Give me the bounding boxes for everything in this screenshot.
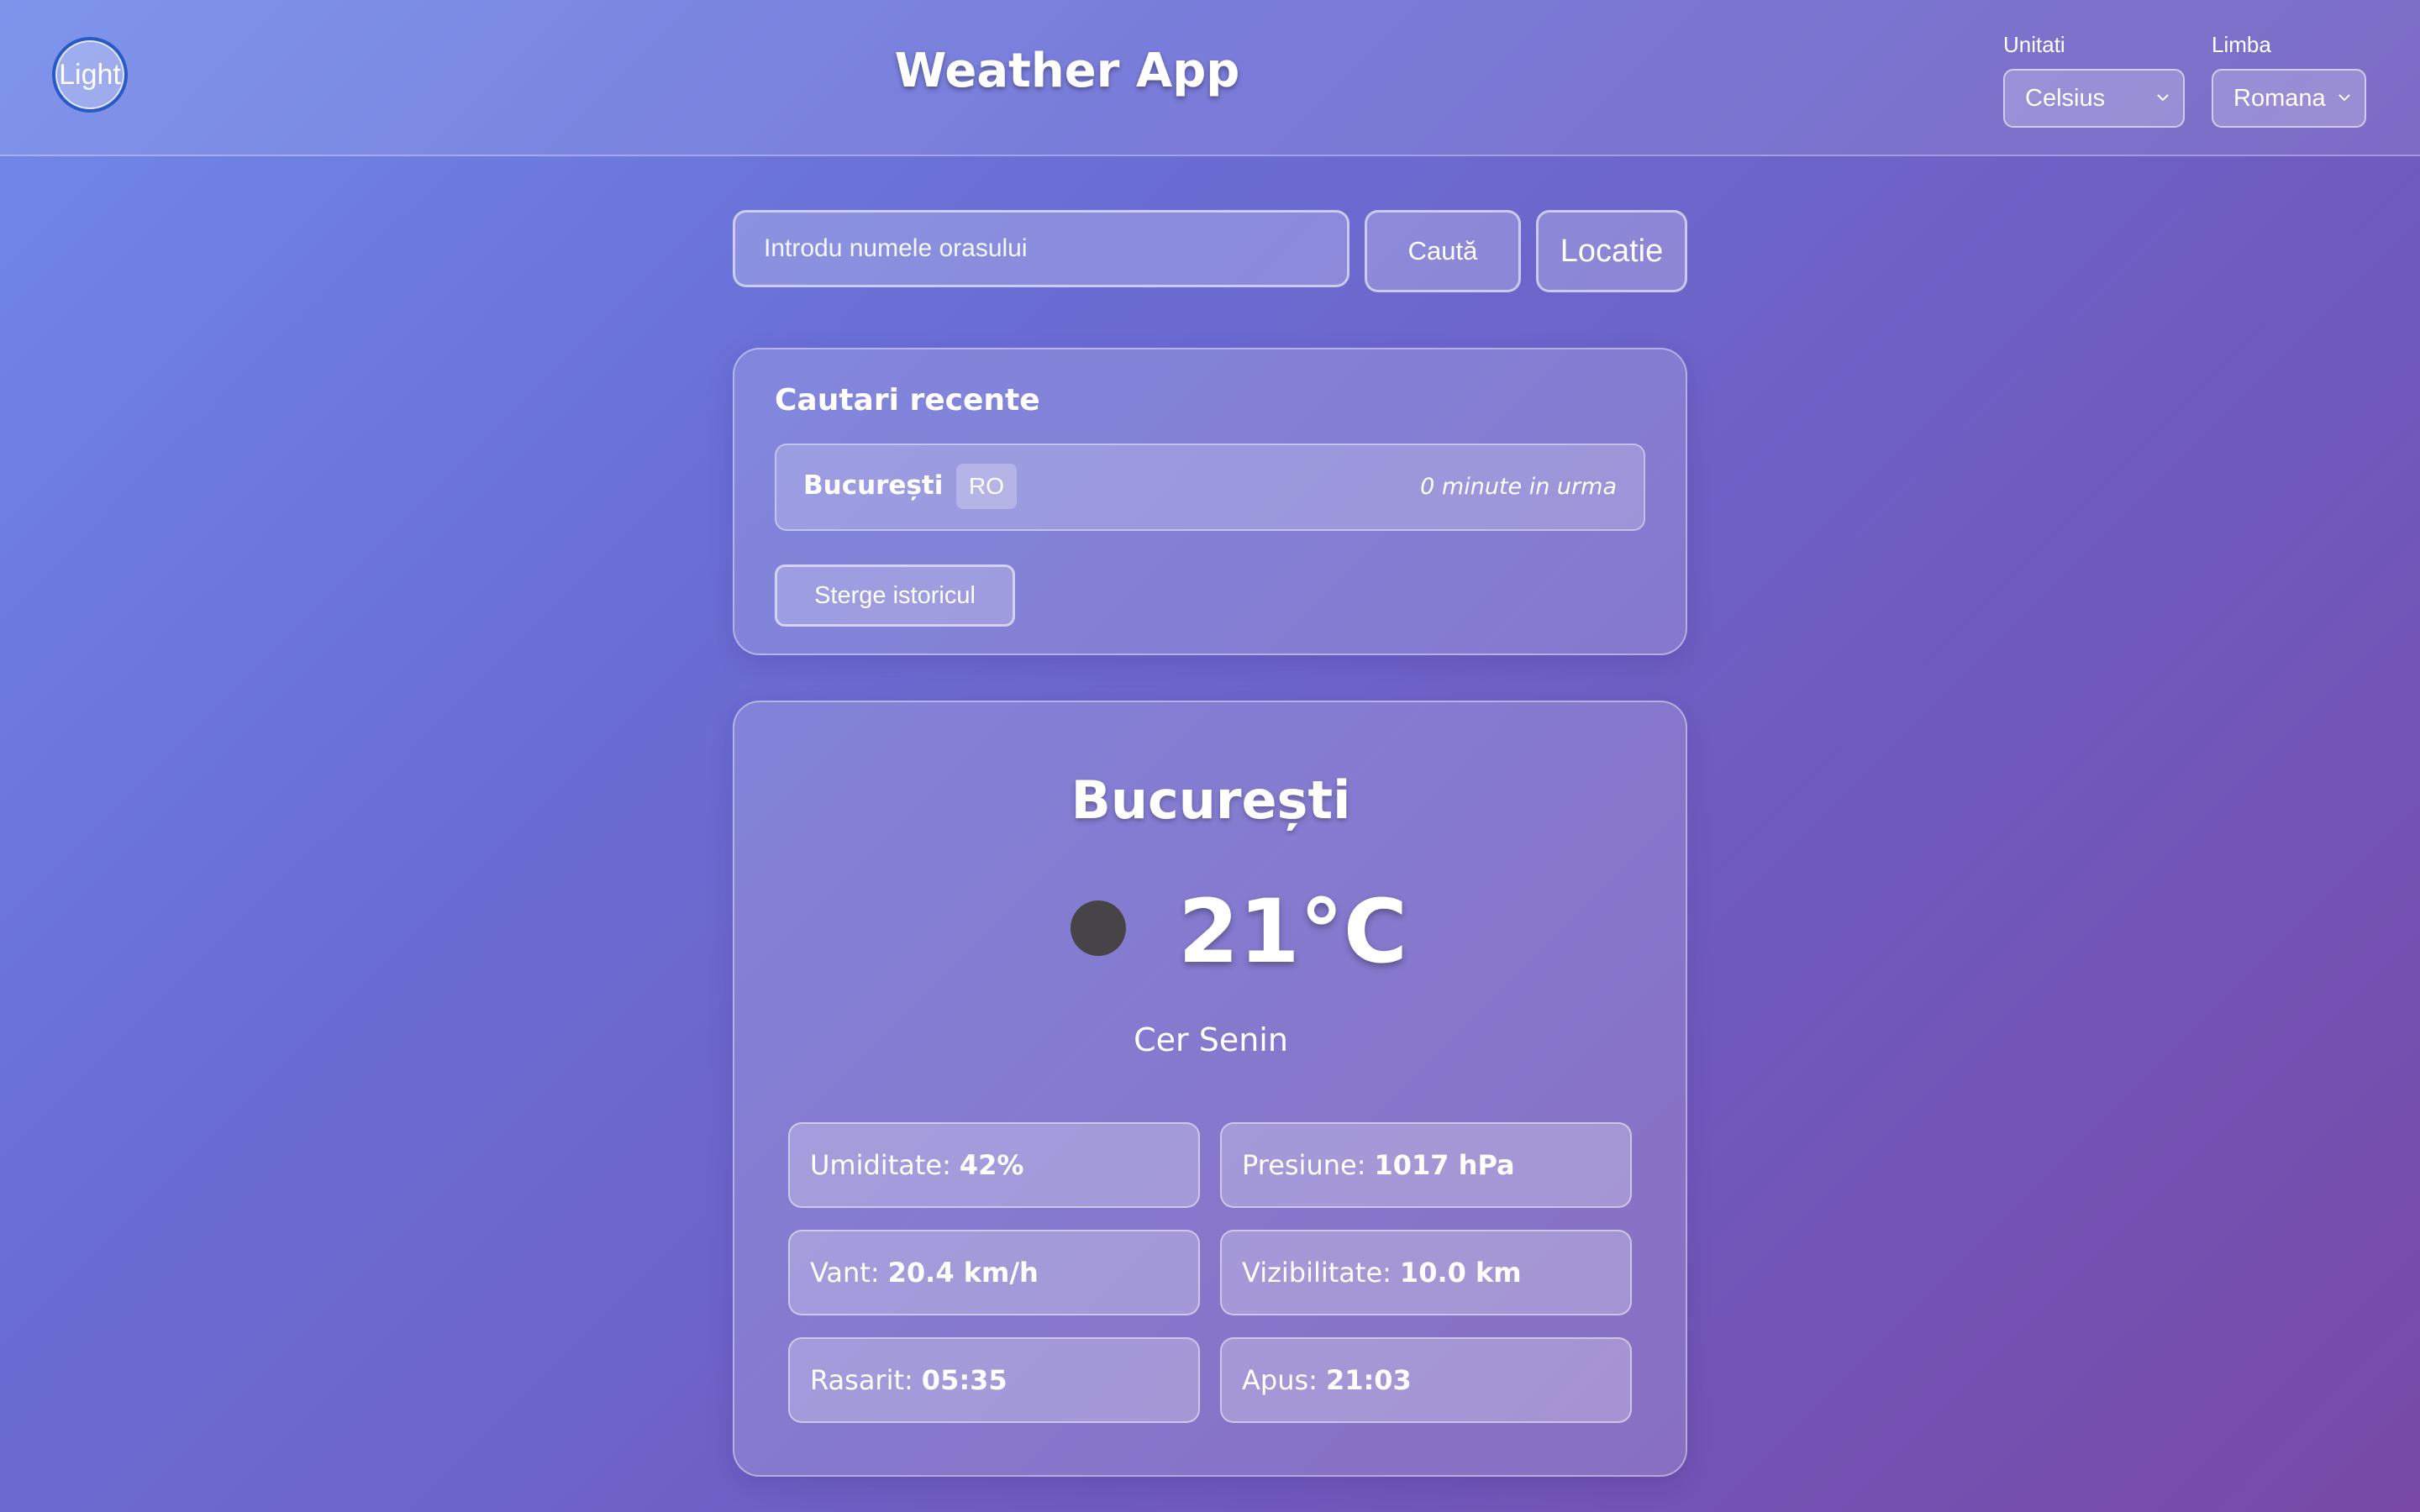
recent-searches-title: Cautari recente <box>775 383 1040 417</box>
weather-icon <box>1071 900 1126 956</box>
recent-country-badge: RO <box>956 464 1017 509</box>
sunset-label: Apus: <box>1242 1364 1318 1396</box>
humidity-label: Umiditate: <box>810 1149 951 1181</box>
wind-label: Vant: <box>810 1257 880 1289</box>
chevron-down-icon <box>2338 94 2350 102</box>
recent-search-time: 0 minute in urma <box>1420 474 1617 500</box>
sunset-tile: Apus: 21:03 <box>1220 1337 1632 1423</box>
clear-history-label: Sterge istoricul <box>814 581 976 609</box>
visibility-tile: Vizibilitate: 10.0 km <box>1220 1230 1632 1315</box>
recent-searches-card: Cautari recente București RO 0 minute in… <box>733 348 1687 655</box>
language-select[interactable]: Romana <box>2212 69 2366 128</box>
location-button-label: Locatie <box>1560 233 1664 269</box>
recent-city-name: București <box>803 470 944 501</box>
app-title: Weather App <box>894 44 1240 98</box>
temperature-value: 21°C <box>1178 880 1408 983</box>
search-button[interactable]: Caută <box>1365 210 1521 292</box>
theme-toggle-button[interactable]: Light <box>52 37 128 113</box>
weather-card: București 21°C Cer Senin Umiditate: 42% … <box>733 701 1687 1477</box>
humidity-tile: Umiditate: 42% <box>788 1122 1200 1208</box>
city-search-input[interactable] <box>733 210 1349 287</box>
sunrise-value: 05:35 <box>921 1364 1007 1396</box>
search-button-label: Caută <box>1407 236 1478 265</box>
pressure-label: Presiune: <box>1242 1149 1366 1181</box>
recent-search-item[interactable]: București RO 0 minute in urma <box>775 444 1645 531</box>
humidity-value: 42% <box>959 1149 1024 1181</box>
sunset-value: 21:03 <box>1325 1364 1412 1396</box>
pressure-tile: Presiune: 1017 hPa <box>1220 1122 1632 1208</box>
weather-city-name: București <box>1071 769 1351 831</box>
visibility-label: Vizibilitate: <box>1242 1257 1392 1289</box>
theme-toggle-label: Light <box>59 58 121 91</box>
sunrise-tile: Rasarit: 05:35 <box>788 1337 1200 1423</box>
chevron-down-icon <box>2157 94 2169 102</box>
clear-history-button[interactable]: Sterge istoricul <box>775 564 1015 627</box>
weather-description: Cer Senin <box>1134 1021 1288 1058</box>
top-bar: Light Weather App Unitati Celsius Limba … <box>0 0 2420 156</box>
sunrise-label: Rasarit: <box>810 1364 913 1396</box>
visibility-value: 10.0 km <box>1399 1257 1522 1289</box>
wind-tile: Vant: 20.4 km/h <box>788 1230 1200 1315</box>
units-selected-value: Celsius <box>2025 84 2106 112</box>
location-button[interactable]: Locatie <box>1536 210 1687 292</box>
wind-value: 20.4 km/h <box>887 1257 1039 1289</box>
language-label: Limba <box>2212 32 2271 57</box>
units-label: Unitati <box>2003 32 2065 57</box>
language-selected-value: Romana <box>2233 84 2326 112</box>
pressure-value: 1017 hPa <box>1374 1149 1515 1181</box>
units-select[interactable]: Celsius <box>2003 69 2185 128</box>
